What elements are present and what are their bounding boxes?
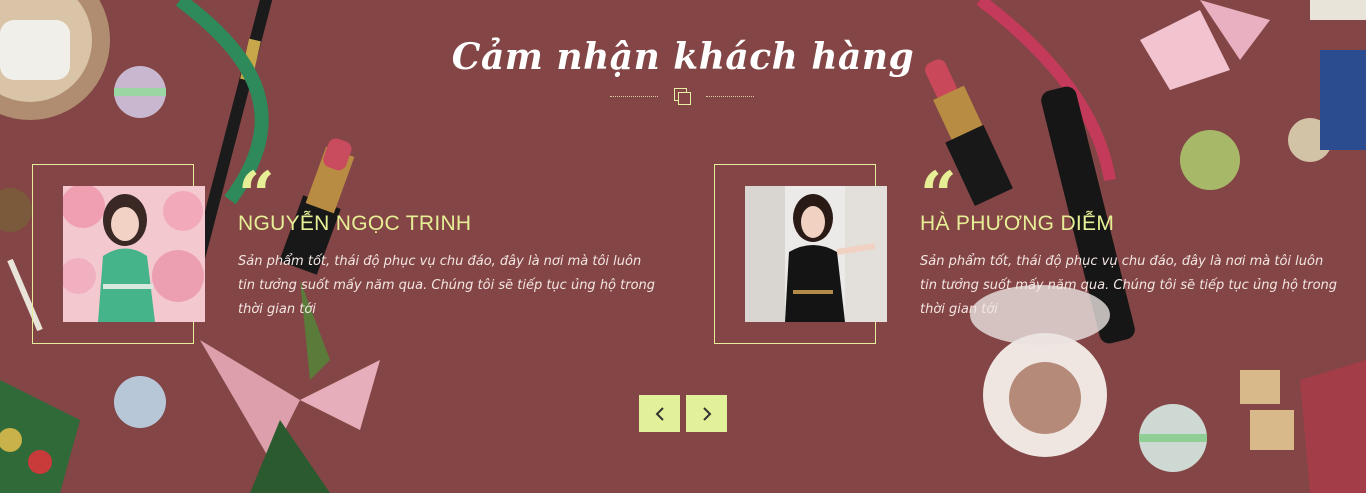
testimonial-text: Sản phẩm tốt, thái độ phục vụ chu đáo, đ…	[238, 254, 656, 317]
section-title: Cảm nhận khách hàng	[451, 36, 915, 78]
testimonial-text: Sản phẩm tốt, thái độ phục vụ chu đáo, đ…	[920, 254, 1338, 317]
title-divider	[610, 88, 756, 105]
chevron-left-icon	[655, 406, 664, 421]
chevron-right-icon	[702, 406, 711, 421]
next-button[interactable]	[686, 395, 727, 432]
prev-button[interactable]	[639, 395, 680, 432]
customer-name: NGUYỄN NGỌC TRINH	[238, 212, 472, 235]
customer-photo	[745, 186, 887, 322]
customer-photo	[63, 186, 205, 322]
customer-name: HÀ PHƯƠNG DIỄM	[920, 212, 1115, 235]
